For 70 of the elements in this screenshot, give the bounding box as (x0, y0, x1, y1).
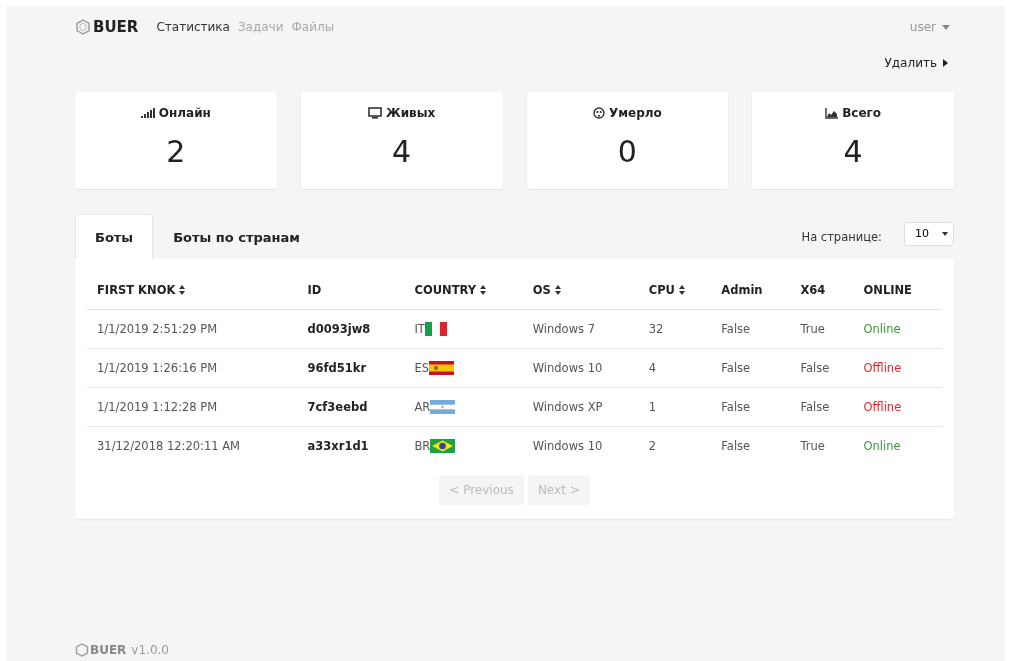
stat-value: 2 (166, 134, 186, 169)
table-cell: 96fd51kr (307, 361, 367, 375)
table-cell: 2 (648, 439, 656, 453)
stat-label: Онлайн (158, 106, 211, 120)
table-cell: a33xr1d1 (307, 439, 369, 453)
logo-icon (75, 19, 91, 35)
table-cell: 32 (648, 322, 664, 336)
caret-icon (942, 231, 948, 236)
page-size-label: На странице: (801, 229, 882, 244)
table-cell: False (721, 322, 751, 336)
table-cell: 1/1/2019 2:51:29 PM (97, 322, 218, 336)
page-size-select[interactable]: 10 (904, 221, 954, 246)
flag-icon (424, 322, 447, 336)
signal-icon (140, 108, 155, 118)
table-cell: Windows XP (532, 400, 603, 414)
table-cell: 31/12/2018 12:20:11 AM (97, 439, 241, 453)
table-cell: AR (414, 400, 431, 414)
status-text: Online (863, 439, 901, 453)
column-header: X64 (800, 283, 826, 297)
table-cell: 4 (648, 361, 656, 375)
table-cell: 7cf3eebd (307, 400, 368, 414)
table-cell: False (721, 361, 751, 375)
table-cell: BR (414, 439, 431, 453)
column-header: Admin (721, 283, 763, 297)
status-text: Offline (863, 361, 902, 375)
tab[interactable]: Боты (75, 214, 154, 259)
column-header[interactable]: OS (532, 283, 551, 297)
table-cell: 1/1/2019 1:26:16 PM (97, 361, 218, 375)
table-cell: d0093jw8 (307, 322, 371, 336)
table-cell: ES (414, 361, 430, 375)
tab[interactable]: Боты по странам (153, 214, 320, 259)
table-cell: 1/1/2019 1:12:28 PM (97, 400, 218, 414)
column-header: ID (307, 283, 322, 297)
column-header: ONLINE (863, 283, 912, 297)
table-cell: Windows 10 (532, 361, 603, 375)
version-text: v1.0.0 (131, 643, 169, 657)
table-cell: False (721, 400, 751, 414)
stat-label: Умерло (608, 106, 662, 120)
caret-icon (943, 59, 948, 67)
table-cell: False (721, 439, 751, 453)
stat-label: Живых (385, 106, 436, 120)
skull-icon (592, 107, 605, 119)
caret-icon (942, 24, 950, 30)
flag-icon (430, 439, 456, 453)
table-cell: True (800, 439, 825, 453)
delete-button[interactable]: Удалить (878, 56, 954, 70)
table-cell: False (800, 400, 830, 414)
stat-value: 4 (392, 134, 412, 169)
column-header[interactable]: COUNTRY (414, 283, 477, 297)
flag-icon (430, 400, 456, 414)
logo-icon (75, 643, 89, 657)
column-header[interactable]: CPU (648, 283, 675, 297)
monitor-icon (367, 107, 382, 119)
table-cell: True (800, 322, 825, 336)
status-text: Offline (863, 400, 902, 414)
column-header[interactable]: FIRST KNOK (97, 283, 176, 297)
flag-icon (429, 361, 455, 375)
table-cell: Windows 7 (532, 322, 596, 336)
footer-brand: BUER (90, 643, 127, 657)
table-cell: False (800, 361, 830, 375)
table-cell: IT (414, 322, 425, 336)
stat-value: 0 (617, 134, 637, 169)
stat-label: Всего (842, 106, 882, 120)
brand-name: BUER (93, 18, 139, 36)
nav-link[interactable]: Статистика (156, 20, 230, 34)
table-cell: Windows 10 (532, 439, 603, 453)
stat-value: 4 (843, 134, 863, 169)
area-chart-icon (825, 107, 839, 119)
table-cell: 1 (648, 400, 656, 414)
status-text: Online (863, 322, 901, 336)
